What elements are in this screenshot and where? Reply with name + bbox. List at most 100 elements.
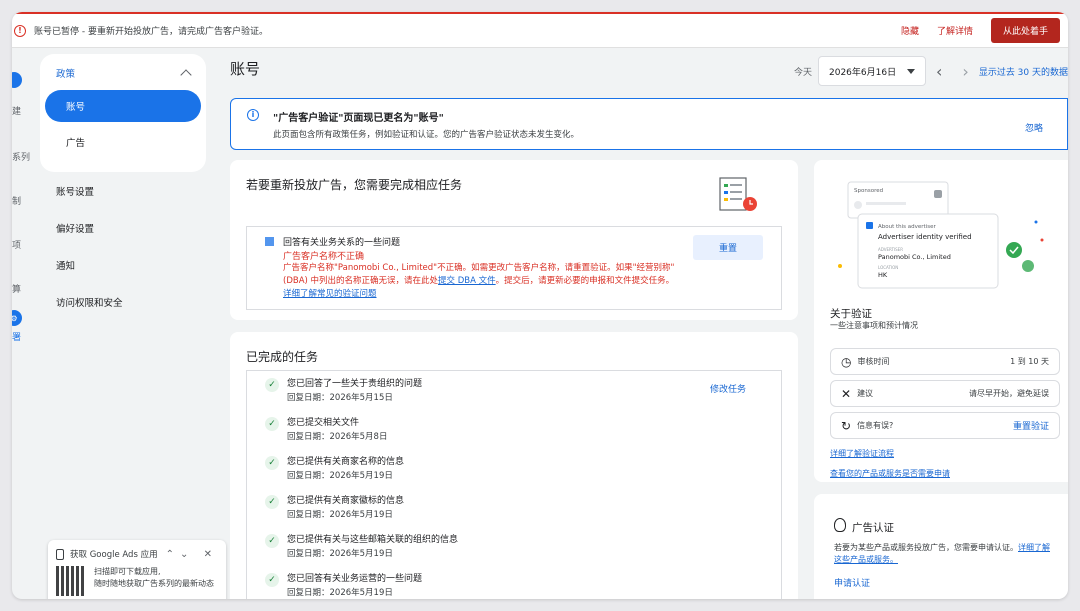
nav-rail: 建 系列 制 项 算 ⚙ 署	[12, 50, 34, 599]
advice-value: 请尽早开始，避免延误	[969, 389, 1049, 398]
alert-icon: !	[14, 24, 26, 37]
app-promo-line1: 扫描即可下载应用,	[94, 567, 161, 576]
hero-location-label: LOCATION	[878, 265, 898, 270]
rail-item-billing[interactable]: 算	[12, 282, 21, 295]
apply-certification-button[interactable]: 申请认证	[834, 576, 870, 589]
business-icon	[265, 237, 274, 246]
check-icon: ✓	[265, 495, 279, 509]
ad-certification-title: 广告认证	[852, 522, 894, 534]
rail-item-admin[interactable]: 署	[12, 330, 21, 343]
app-window: ! 账号已暂停 - 要重新开始投放广告，请完成广告客户验证。 隐藏 了解详情 从…	[12, 12, 1068, 599]
check-icon: ✓	[265, 573, 279, 587]
issue-error-title: 广告客户名称不正确	[283, 252, 365, 262]
tools-icon: ✕	[841, 386, 852, 401]
sponsored-text: Sponsored	[854, 188, 883, 194]
learn-verification-link[interactable]: 详细了解验证流程	[830, 448, 894, 459]
rail-item-goals[interactable]: 项	[12, 238, 21, 251]
refresh-icon: ↻	[841, 418, 852, 433]
dropdown-caret-icon	[907, 68, 915, 74]
verified-advertiser-illustration: Sponsored About this advertiser Advertis…	[838, 181, 1044, 289]
check-icon: ✓	[265, 417, 279, 431]
app-promo-line2: 随时随地获取广告系列的最新动态	[94, 579, 214, 588]
list-item: ✓ 您已提供有关商家名称的信息 回复日期：2026年5月19日	[265, 456, 404, 484]
certificate-icon	[834, 518, 846, 532]
list-item: ✓ 您已回答有关业务运营的一些问题 回复日期：2026年5月19日	[265, 573, 422, 599]
rename-notice: i "广告客户验证"页面现已更名为"账号" 此页面包含所有政策任务，例如验证和认…	[230, 98, 1068, 150]
suspension-banner: ! 账号已暂停 - 要重新开始投放广告，请完成广告客户验证。 隐藏 了解详情 从…	[12, 12, 1068, 48]
submit-dba-link[interactable]: 提交 DBA 文件	[438, 276, 496, 286]
reset-verification-link[interactable]: 重置验证	[1013, 419, 1049, 432]
hide-button[interactable]: 隐藏	[901, 24, 919, 37]
policy-section: 政策 账号 广告	[40, 54, 206, 172]
policy-section-title: 政策	[56, 69, 76, 80]
date-range-link[interactable]: 显示过去 30 天的数据	[979, 65, 1068, 78]
completed-tasks-list: ✓ 您已回答了一些关于贵组织的问题 回复日期：2026年5月15日 ✓ 您已提交相…	[246, 370, 782, 599]
rename-notice-title: "广告客户验证"页面现已更名为"账号"	[273, 113, 444, 124]
advice-row: ✕ 建议 请尽早开始，避免延误	[830, 380, 1060, 407]
issue-description: 广告客户名称"Panomobi Co., Limited"不正确。如需更改广告客…	[283, 263, 675, 299]
sidebar-item-account-settings[interactable]: 账号设置	[40, 172, 206, 209]
review-time-label: 审核时间	[857, 357, 890, 366]
info-wrong-label: 信息有误?	[857, 421, 894, 430]
today-label: 今天	[793, 67, 812, 78]
list-item: ✓ 您已回答了一些关于贵组织的问题 回复日期：2026年5月15日	[265, 378, 422, 406]
list-item: ✓ 您已提供有关与这些邮箱关联的组织的信息 回复日期：2026年5月19日	[265, 534, 458, 562]
issue-question: 回答有关业务关系的一些问题	[283, 238, 401, 248]
qr-code	[56, 566, 86, 596]
rail-item-create[interactable]: 建	[12, 104, 21, 117]
sidebar: 政策 账号 广告 账号设置 偏好设置 通知 访问权限和安全	[40, 54, 206, 320]
ignore-button[interactable]: 忽略	[1025, 121, 1043, 134]
rename-notice-text: 此页面包含所有政策任务，例如验证和认证。您的广告客户验证状态未发生变化。	[273, 130, 580, 140]
common-issues-link[interactable]: 详细了解常见的验证问题	[283, 289, 377, 299]
clock-icon: ◷	[841, 354, 852, 369]
about-verification-subtitle: 一些注意事项和预计情况	[830, 321, 918, 330]
check-icon: ✓	[265, 534, 279, 548]
date-value: 2026年6月16日	[829, 67, 897, 78]
hero-location: HK	[878, 271, 888, 279]
create-button[interactable]	[12, 72, 22, 88]
list-item: ✓ 您已提交相关文件 回复日期：2026年5月8日	[265, 417, 387, 445]
sidebar-item-notifications[interactable]: 通知	[40, 246, 206, 283]
policy-section-header[interactable]: 政策	[40, 60, 206, 88]
hero-about: About this advertiser	[878, 224, 936, 230]
previous-arrow-icon[interactable]: ‹	[936, 62, 942, 81]
required-tasks-title: 若要重新投放广告，您需要完成相应任务	[246, 178, 463, 192]
date-range-bar: 今天 2026年6月16日 ‹ › 显示过去 30 天的数据	[794, 56, 1068, 86]
check-requirement-link[interactable]: 查看您的产品或服务是否需要申请	[830, 468, 950, 479]
learn-more-link[interactable]: 了解详情	[937, 24, 973, 37]
date-picker[interactable]: 2026年6月16日	[818, 56, 926, 86]
review-time-value: 1 到 10 天	[1010, 357, 1049, 366]
list-item: ✓ 您已提供有关商家徽标的信息 回复日期：2026年5月19日	[265, 495, 404, 523]
start-here-button[interactable]: 从此处着手	[990, 18, 1060, 43]
chevron-up-icon	[180, 69, 192, 81]
sidebar-item-preferences[interactable]: 偏好设置	[40, 209, 206, 246]
sidebar-item-account[interactable]: 账号	[45, 90, 201, 122]
reset-button[interactable]: 重置	[693, 235, 763, 260]
ad-certification-text: 若要为某些产品或服务投放广告，您需要申请认证。详细了解这些产品或服务。	[834, 543, 1050, 564]
hero-verified: Advertiser identity verified	[878, 233, 972, 241]
promo-controls[interactable]: ⌃⌄ ✕	[166, 549, 218, 560]
about-verification-card: Sponsored About this advertiser Advertis…	[814, 160, 1068, 482]
ad-certification-card: 广告认证 若要为某些产品或服务投放广告，您需要申请认证。详细了解这些产品或服务。…	[814, 494, 1068, 599]
rail-item-tools[interactable]: 制	[12, 194, 21, 207]
next-arrow-icon[interactable]: ›	[962, 62, 968, 81]
rail-item-campaigns[interactable]: 系列	[12, 150, 30, 163]
advice-label: 建议	[857, 389, 874, 398]
phone-icon	[56, 548, 64, 560]
app-promo-title: 获取 Google Ads 应用	[70, 550, 158, 560]
check-icon: ✓	[265, 456, 279, 470]
hero-advertiser-label: ADVERTISER	[878, 247, 903, 252]
completed-tasks-card: 已完成的任务 修改任务 ✓ 您已回答了一些关于贵组织的问题 回复日期：2026年5…	[230, 332, 798, 599]
check-icon: ✓	[265, 378, 279, 392]
admin-icon[interactable]: ⚙	[12, 310, 22, 326]
sidebar-item-ads[interactable]: 广告	[40, 122, 206, 162]
info-icon: i	[247, 109, 259, 121]
hero-advertiser: Panomobi Co., Limited	[878, 253, 951, 261]
page-title: 账号	[230, 60, 261, 78]
about-verification-title: 关于验证	[830, 308, 872, 320]
completed-tasks-title: 已完成的任务	[246, 350, 319, 364]
required-tasks-card: 若要重新投放广告，您需要完成相应任务 回答有关业务关系的一些问题 广告客户名称不…	[230, 160, 798, 320]
app-promo-card: 获取 Google Ads 应用 ⌃⌄ ✕ 扫描即可下载应用, 随时随地获取广告…	[48, 540, 226, 599]
review-time-row: ◷ 审核时间 1 到 10 天	[830, 348, 1060, 375]
sidebar-item-access-security[interactable]: 访问权限和安全	[40, 283, 206, 320]
